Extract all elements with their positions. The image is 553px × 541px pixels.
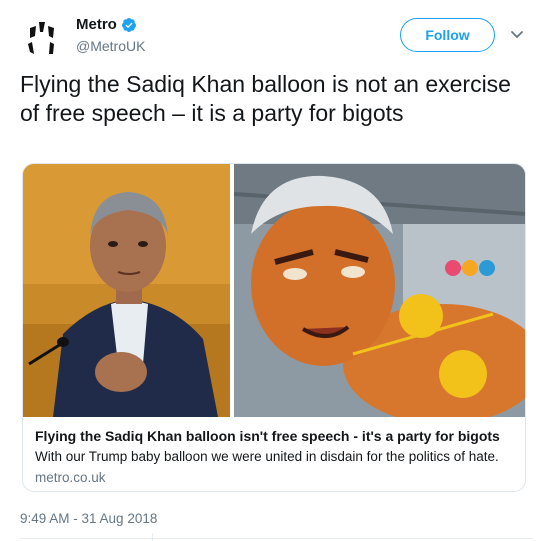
card-domain[interactable]: metro.co.uk [35, 469, 515, 487]
card-title[interactable]: Flying the Sadiq Khan balloon isn't free… [35, 427, 515, 445]
left-photo [23, 164, 230, 417]
follow-button[interactable]: Follow [400, 18, 495, 52]
tweet-header: Metro @MetroUK Follow [20, 14, 535, 60]
divider-tick [152, 533, 153, 541]
link-card[interactable]: Flying the Sadiq Khan balloon isn't free… [22, 163, 526, 492]
card-image[interactable] [23, 164, 525, 417]
handle[interactable]: @MetroUK [76, 38, 145, 54]
card-description: With our Trump baby balloon we were unit… [35, 449, 499, 464]
display-name[interactable]: Metro [76, 16, 137, 33]
metro-logo-icon [28, 22, 54, 54]
right-photo [233, 164, 525, 417]
verified-badge-icon [121, 17, 136, 32]
divider [20, 538, 533, 539]
avatar[interactable] [20, 14, 66, 60]
tweet-text: Flying the Sadiq Khan balloon is not an … [20, 71, 511, 126]
chevron-down-icon[interactable] [509, 26, 525, 42]
display-name-text[interactable]: Metro [76, 16, 117, 33]
tweet-timestamp[interactable]: 9:49 AM - 31 Aug 2018 [20, 511, 157, 526]
